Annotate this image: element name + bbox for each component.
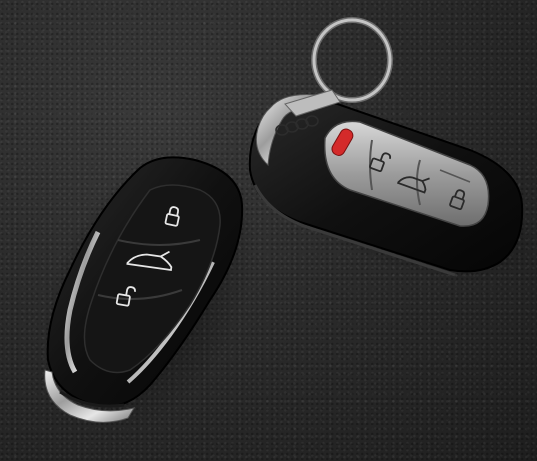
photo-drawing — [43, 17, 537, 432]
key-ring — [311, 17, 393, 103]
audi-smart-key — [248, 89, 537, 282]
photo-scene — [0, 0, 537, 461]
